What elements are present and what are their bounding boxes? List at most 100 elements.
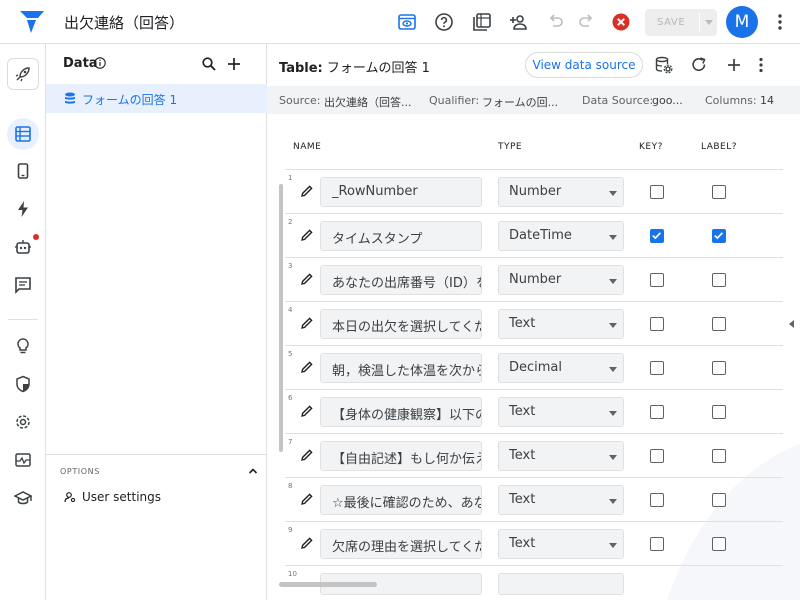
column-type-value: Text	[509, 404, 536, 419]
label-checkbox[interactable]	[712, 405, 726, 419]
column-type-select[interactable]: Text	[498, 441, 624, 471]
actions-bolt-icon[interactable]	[7, 193, 39, 225]
edit-pencil-icon[interactable]	[300, 228, 314, 242]
search-icon[interactable]	[201, 56, 217, 72]
view-data-source-button[interactable]: View data source	[525, 52, 643, 78]
preview-icon[interactable]	[395, 10, 419, 34]
add-table-icon[interactable]	[225, 55, 243, 73]
key-checkbox[interactable]	[650, 493, 664, 507]
intelligence-chat-icon[interactable]	[7, 269, 39, 301]
column-type-select[interactable]: Text	[498, 485, 624, 515]
label-checkbox[interactable]	[712, 185, 726, 199]
column-type-select[interactable]: Text	[498, 397, 624, 427]
column-name-field[interactable]: _RowNumber	[320, 177, 482, 207]
user-settings-label: User settings	[82, 490, 162, 504]
table-title: Table: フォームの回答 1	[279, 57, 430, 76]
horizontal-scrollbar[interactable]	[279, 582, 377, 587]
column-type-select[interactable]: Text	[498, 529, 624, 559]
table-title-prefix: Table:	[279, 61, 323, 76]
undo-icon[interactable]	[544, 10, 568, 34]
columns-value: 14	[760, 94, 774, 107]
settings-gear-icon[interactable]	[7, 406, 39, 438]
more-vert-icon[interactable]	[768, 10, 792, 34]
column-type-value: Text	[509, 536, 536, 551]
database-settings-icon[interactable]	[654, 55, 674, 75]
column-type-select[interactable]: Decimal	[498, 353, 624, 383]
row-number: 10	[288, 570, 297, 578]
column-name-field[interactable]: 本日の出欠を選択してくだ	[320, 309, 482, 339]
info-icon[interactable]	[94, 57, 106, 69]
more-vert-icon[interactable]	[751, 55, 771, 75]
column-name-field[interactable]: 欠席の理由を選択してくだ	[320, 529, 482, 559]
label-checkbox[interactable]	[712, 317, 726, 331]
edit-pencil-icon[interactable]	[300, 184, 314, 198]
edit-pencil-icon[interactable]	[300, 360, 314, 374]
app-title[interactable]: 出欠連絡（回答）	[64, 12, 184, 33]
table-list-item[interactable]: フォームの回答 1	[46, 84, 267, 113]
lightbulb-icon[interactable]	[7, 330, 39, 362]
rocket-icon[interactable]	[7, 58, 39, 90]
appsheet-logo-icon[interactable]	[18, 9, 46, 35]
label-checkbox[interactable]	[712, 537, 726, 551]
key-checkbox[interactable]	[650, 317, 664, 331]
edit-pencil-icon[interactable]	[300, 316, 314, 330]
edit-pencil-icon[interactable]	[300, 404, 314, 418]
refresh-icon[interactable]	[689, 55, 709, 75]
error-icon[interactable]	[609, 10, 633, 34]
edit-pencil-icon[interactable]	[300, 492, 314, 506]
data-table-icon[interactable]	[7, 118, 39, 150]
redo-icon[interactable]	[574, 10, 598, 34]
save-options-chevron-icon[interactable]	[705, 20, 713, 25]
key-checkbox[interactable]	[650, 537, 664, 551]
learn-school-icon[interactable]	[7, 482, 39, 514]
column-type-select[interactable]: Number	[498, 265, 624, 295]
key-checkbox[interactable]	[650, 229, 664, 243]
column-name-field[interactable]: ☆最後に確認のため、あな	[320, 485, 482, 515]
user-settings-link[interactable]: User settings	[64, 490, 161, 504]
column-name-field[interactable]: 朝，検温した体温を次から	[320, 353, 482, 383]
column-type-select[interactable]: DateTime	[498, 221, 624, 251]
label-checkbox[interactable]	[712, 449, 726, 463]
qualifier-label: Qualifier:	[429, 94, 480, 107]
key-checkbox[interactable]	[650, 405, 664, 419]
column-name-field[interactable]: タイムスタンプ	[320, 221, 482, 251]
edit-pencil-icon[interactable]	[300, 536, 314, 550]
user-settings-icon	[64, 492, 76, 503]
column-name-field[interactable]: 【身体の健康観察】以下の	[320, 397, 482, 427]
navigation-rail	[0, 44, 46, 600]
key-checkbox[interactable]	[650, 449, 664, 463]
column-type-select[interactable]: Number	[498, 177, 624, 207]
edit-pencil-icon[interactable]	[300, 272, 314, 286]
share-add-user-icon[interactable]	[507, 10, 531, 34]
key-checkbox[interactable]	[650, 361, 664, 375]
avatar[interactable]: M	[726, 6, 758, 38]
add-icon[interactable]	[724, 55, 744, 75]
phone-views-icon[interactable]	[7, 155, 39, 187]
data-panel: Data フォームの回答 1 OPTIONS User settings	[46, 44, 267, 600]
table-title-name: フォームの回答 1	[326, 61, 430, 76]
dropdown-arrow-icon	[609, 411, 617, 416]
label-checkbox[interactable]	[712, 229, 726, 243]
chevron-up-icon[interactable]	[247, 465, 259, 477]
data-panel-title: Data	[63, 56, 98, 71]
key-checkbox[interactable]	[650, 273, 664, 287]
edit-pencil-icon[interactable]	[300, 448, 314, 462]
key-checkbox[interactable]	[650, 185, 664, 199]
label-checkbox[interactable]	[712, 493, 726, 507]
label-checkbox[interactable]	[712, 361, 726, 375]
vertical-scrollbar[interactable]	[279, 184, 283, 452]
copy-app-icon[interactable]	[470, 10, 494, 34]
collapse-panel-chevron-icon[interactable]	[789, 320, 794, 328]
column-type-select[interactable]	[498, 573, 624, 595]
dropdown-arrow-icon	[609, 191, 617, 196]
column-type-select[interactable]: Text	[498, 309, 624, 339]
dropdown-arrow-icon	[609, 543, 617, 548]
label-checkbox[interactable]	[712, 273, 726, 287]
help-icon[interactable]	[432, 10, 456, 34]
save-button[interactable]: SAVE	[645, 9, 717, 36]
column-name-field[interactable]: あなたの出席番号（ID）を	[320, 265, 482, 295]
monitor-icon[interactable]	[7, 444, 39, 476]
column-type-value: Text	[509, 316, 536, 331]
security-shield-icon[interactable]	[7, 368, 39, 400]
column-name-field[interactable]: 【自由記述】もし何か伝え	[320, 441, 482, 471]
